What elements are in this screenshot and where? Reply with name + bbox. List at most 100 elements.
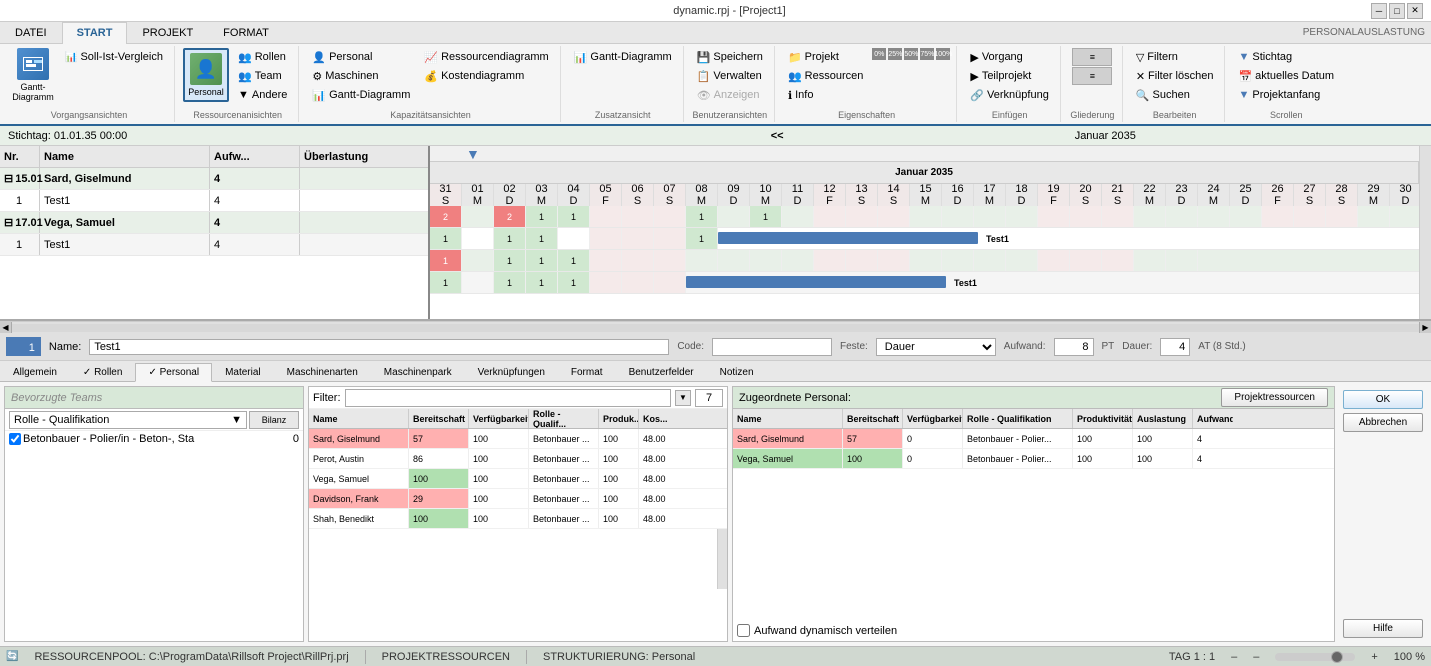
- rolle-qualifikation-dropdown[interactable]: Rolle - Qualifikation ▼: [9, 411, 247, 429]
- zoom-handle[interactable]: [1331, 651, 1343, 663]
- status-sep3: –: [1231, 651, 1237, 663]
- stichtag-button[interactable]: ▼ Stichtag: [1233, 48, 1339, 66]
- tab-format[interactable]: Format: [558, 363, 616, 381]
- minimize-button[interactable]: ─: [1371, 3, 1387, 19]
- tab-rollen[interactable]: ✓ Rollen: [70, 363, 136, 381]
- kapazitaetsansichten-label: Kapazitätsansichten: [301, 110, 559, 120]
- soll-ist-button[interactable]: 📊 Soll-Ist-Vergleich: [60, 48, 168, 66]
- scroll-right-btn[interactable]: ▶: [1419, 322, 1431, 334]
- zoom-minus-btn[interactable]: –: [1253, 651, 1259, 663]
- tab-projekt[interactable]: PROJEKT: [127, 22, 208, 43]
- cell-r2-d02: 1: [494, 228, 526, 249]
- th-produk: Produk...: [599, 409, 639, 428]
- soll-ist-icon: 📊: [65, 52, 77, 63]
- day-07: 07S: [654, 184, 686, 206]
- suchen-button[interactable]: 🔍 Suchen: [1131, 86, 1219, 104]
- person-row-sard[interactable]: Sard, Giselmund 57 100 Betonbauer ... 10…: [309, 429, 727, 449]
- projektanfang-button[interactable]: ▼ Projektanfang: [1233, 86, 1339, 104]
- anzeigen-button[interactable]: 👁 Anzeigen: [692, 86, 768, 104]
- maschinen-button[interactable]: ⚙ Maschinen: [307, 67, 415, 85]
- speichern-button[interactable]: 💾 Speichern: [692, 48, 768, 66]
- day-21: 21S: [1102, 184, 1134, 206]
- kostendiag-button[interactable]: 💰 Kostendiagramm: [419, 67, 553, 85]
- vertical-scrollbar[interactable]: [1419, 146, 1431, 319]
- zoom-slider[interactable]: [1275, 653, 1355, 661]
- person-row-perot[interactable]: Perot, Austin 86 100 Betonbauer ... 100 …: [309, 449, 727, 469]
- tab-verknuepfungen[interactable]: Verknüpfungen: [465, 363, 558, 381]
- tab-personal[interactable]: ✓ Personal: [135, 363, 212, 382]
- tab-allgemein[interactable]: Allgemein: [0, 363, 70, 381]
- projekt-button[interactable]: 📁 Projekt: [783, 48, 868, 66]
- expand-1701[interactable]: ⊟: [4, 216, 13, 229]
- verwalten-button[interactable]: 📋 Verwalten: [692, 67, 768, 85]
- role-checkbox[interactable]: [9, 433, 21, 445]
- andere-button[interactable]: ▼ Andere: [233, 86, 292, 104]
- kapazitaet-gantt-button[interactable]: 📊 Gantt-Diagramm: [307, 86, 415, 104]
- kapazitaet-gantt-label: Gantt-Diagramm: [329, 89, 410, 101]
- tab-benutzerfelder[interactable]: Benutzerfelder: [616, 363, 707, 381]
- tab-notizen[interactable]: Notizen: [707, 363, 767, 381]
- ribbon-group-zusatz: 📊 Gantt-Diagramm Zusatzansicht: [563, 46, 684, 122]
- close-button[interactable]: ✕: [1407, 3, 1423, 19]
- benutzer-col: 💾 Speichern 📋 Verwalten 👁 Anzeigen: [692, 48, 768, 118]
- scroll-left-btn[interactable]: ◀: [0, 322, 12, 334]
- role-bilanz: 0: [293, 433, 299, 445]
- hilfe-button[interactable]: Hilfe: [1343, 619, 1423, 638]
- gantt-row-1701: ⊟17.01 Vega, Samuel 4: [0, 212, 428, 234]
- personal-large-button[interactable]: 👤 Personal: [183, 48, 229, 102]
- ressourcendiag-button[interactable]: 📈 Ressourcendiagramm: [419, 48, 553, 66]
- person-row-shah[interactable]: Shah, Benedikt 100 100 Betonbauer ... 10…: [309, 509, 727, 529]
- th-bereitschaft: Bereitschaft: [409, 409, 469, 428]
- gliederung-btn2[interactable]: ≡: [1072, 67, 1112, 85]
- ressourcen-button[interactable]: 👥 Ressourcen: [783, 67, 868, 85]
- gantt-diagramm-button[interactable]: Gantt-Diagramm: [10, 48, 56, 102]
- tab-maschinenarten[interactable]: Maschinenarten: [274, 363, 371, 381]
- cell-r1-d06: [622, 206, 654, 227]
- projektressourcen-button[interactable]: Projektressourcen: [1221, 388, 1328, 407]
- vorgang-button[interactable]: ▶ Vorgang: [965, 48, 1053, 66]
- team-button[interactable]: 👥 Team: [233, 67, 292, 85]
- verknuepfung-button[interactable]: 🔗 Verknüpfung: [965, 86, 1053, 104]
- horizontal-scrollbar[interactable]: ◀ ▶: [0, 321, 1431, 333]
- teilprojekt-button[interactable]: ▶ Teilprojekt: [965, 67, 1053, 85]
- dynamic-checkbox[interactable]: [737, 624, 750, 637]
- person-row-vega[interactable]: Vega, Samuel 100 100 Betonbauer ... 100 …: [309, 469, 727, 489]
- person-row-davidson[interactable]: Davidson, Frank 29 100 Betonbauer ... 10…: [309, 489, 727, 509]
- aufwand-input[interactable]: [1054, 338, 1094, 356]
- filtern-button[interactable]: ▽ Filtern: [1131, 48, 1219, 66]
- filter-dropdown-btn[interactable]: ▼: [675, 390, 691, 406]
- tab-start[interactable]: START: [62, 22, 128, 44]
- task-name-input[interactable]: [89, 339, 669, 355]
- tab-material[interactable]: Material: [212, 363, 274, 381]
- expand-1501[interactable]: ⊟: [4, 172, 13, 185]
- gliederung-btn1[interactable]: ≡: [1072, 48, 1112, 66]
- assigned-row-vega[interactable]: Vega, Samuel 100 0 Betonbauer - Polier..…: [733, 449, 1334, 469]
- ok-button[interactable]: OK: [1343, 390, 1423, 409]
- kapazitaet-col: 👤 Personal ⚙ Maschinen 📊 Gantt-Diagramm: [307, 48, 415, 118]
- cell-r1-d09: [718, 206, 750, 227]
- zusatz-gantt-button[interactable]: 📊 Gantt-Diagramm: [569, 48, 677, 66]
- abbrechen-button[interactable]: Abbrechen: [1343, 413, 1423, 432]
- filter-input[interactable]: [345, 389, 672, 407]
- kapazitaet-personal-button[interactable]: 👤 Personal: [307, 48, 415, 66]
- middle-scrollbar[interactable]: [717, 529, 727, 589]
- gantt-header: Nr. Name Aufw... Überlastung: [0, 146, 428, 168]
- dynamic-label[interactable]: Aufwand dynamisch verteilen: [737, 624, 1330, 637]
- nav-left-btn[interactable]: <<: [771, 130, 784, 142]
- filter-loeschen-button[interactable]: ✕ Filter löschen: [1131, 67, 1219, 85]
- tab-maschinenpark[interactable]: Maschinenpark: [371, 363, 465, 381]
- assigned-row-sard[interactable]: Sard, Giselmund 57 0 Betonbauer - Polier…: [733, 429, 1334, 449]
- code-input[interactable]: [712, 338, 832, 356]
- tab-datei[interactable]: DATEI: [0, 22, 62, 43]
- ribbon-group-scrollen: ▼ Stichtag 📅 aktuelles Datum ▼ Projektan…: [1227, 46, 1345, 122]
- maximize-button[interactable]: □: [1389, 3, 1405, 19]
- info-button[interactable]: ℹ Info: [783, 86, 868, 104]
- tab-format[interactable]: FORMAT: [208, 22, 284, 43]
- zoom-plus-btn[interactable]: +: [1371, 651, 1377, 663]
- feste-select[interactable]: Dauer: [876, 338, 996, 356]
- rollen-button[interactable]: 👥 Rollen: [233, 48, 292, 66]
- td-rolle-perot: Betonbauer ...: [529, 449, 599, 468]
- ribbon-group-gliederung: ≡ ≡ Gliederung: [1063, 46, 1123, 122]
- dauer-input[interactable]: [1160, 338, 1190, 356]
- aktuelles-datum-button[interactable]: 📅 aktuelles Datum: [1233, 67, 1339, 85]
